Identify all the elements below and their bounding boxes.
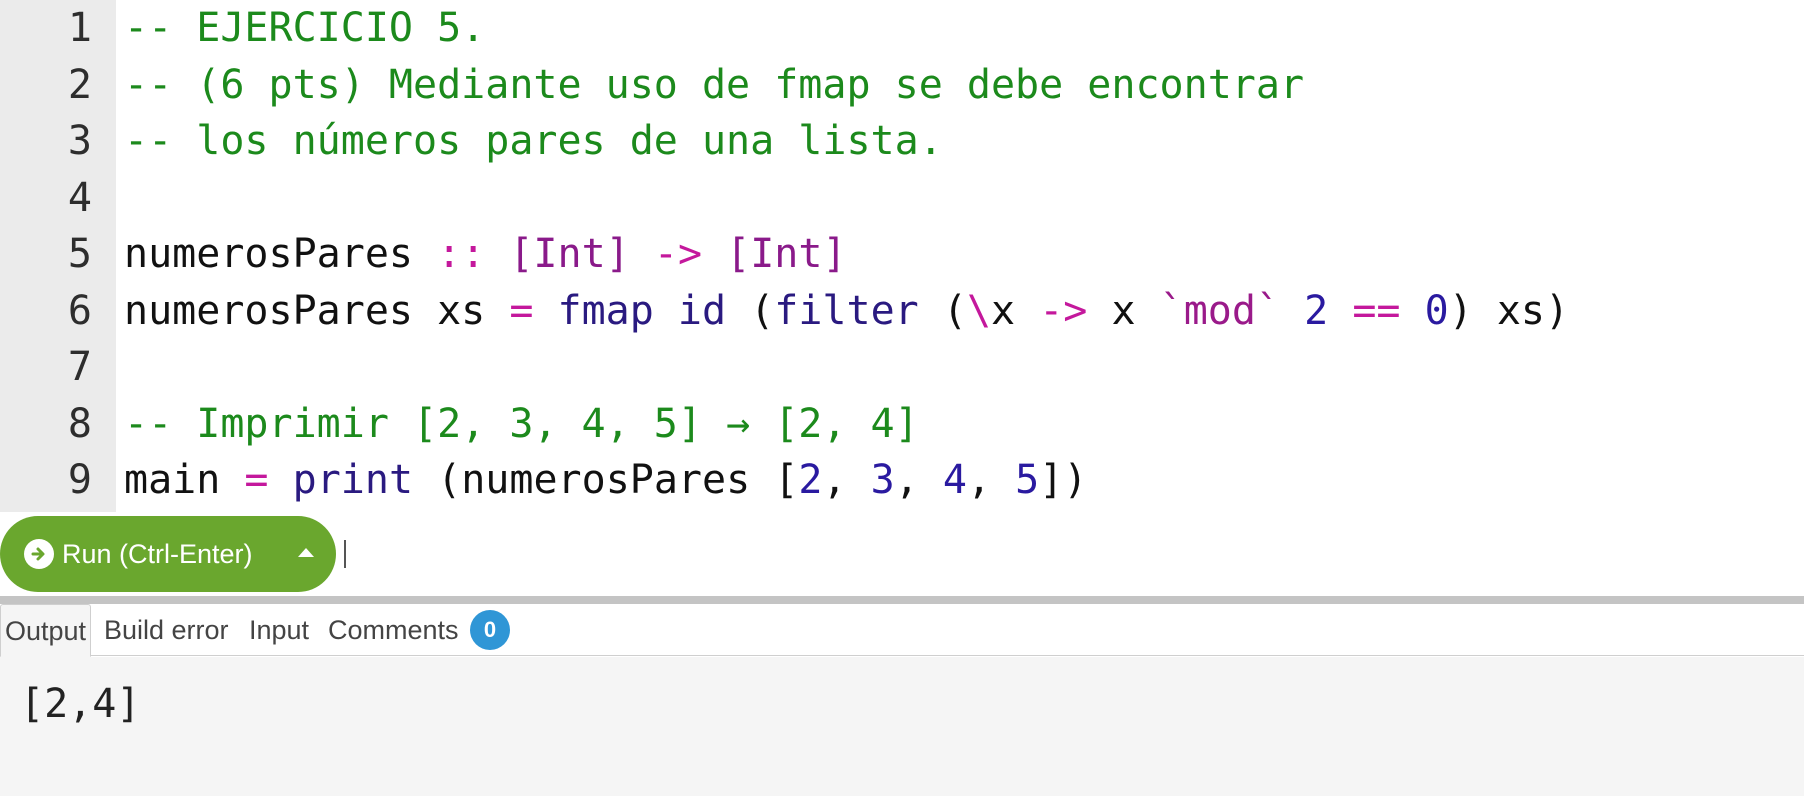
code-token-plain: x xyxy=(991,287,1040,334)
code-token-type: [Int] xyxy=(726,231,847,277)
code-token-comment: -- los números pares de una lista. xyxy=(124,118,943,164)
run-button-label: Run (Ctrl-Enter) xyxy=(62,538,253,569)
code-token-plain: ]) xyxy=(1039,457,1088,503)
tab-input[interactable]: Input xyxy=(245,604,313,657)
code-line: 8 -- Imprimir [2, 3, 4, 5] → [2, 4] xyxy=(0,396,1804,453)
code-token-plain: main xyxy=(124,457,245,503)
line-code: numerosPares :: [Int] -> [Int] xyxy=(124,226,847,283)
code-line: 1 -- EJERCICIO 5. xyxy=(0,0,1804,57)
code-token-punct: = xyxy=(509,287,534,334)
tab-output-label: Output xyxy=(5,616,87,646)
line-number: 3 xyxy=(67,118,92,164)
tab-build-error[interactable]: Build error xyxy=(100,604,233,657)
line-number: 4 xyxy=(67,174,92,221)
code-token-plain: x xyxy=(1087,287,1160,334)
tab-comments[interactable]: Comments 0 xyxy=(324,604,514,657)
code-token-comment: -- Imprimir [2, 3, 4, 5] → [2, 4] xyxy=(124,400,919,447)
code-token-plain: (numerosPares [ xyxy=(413,457,799,503)
line-code: -- EJERCICIO 5. xyxy=(124,0,485,57)
tab-build-error-label: Build error xyxy=(104,615,229,645)
line-number: 2 xyxy=(67,61,92,108)
code-token-punct: -> xyxy=(653,231,703,277)
panel-resize-handle[interactable] xyxy=(0,596,1804,604)
code-token-kw: print xyxy=(292,457,414,503)
line-code: -- (6 pts) Mediante uso de fmap se debe … xyxy=(124,57,1304,114)
line-number: 8 xyxy=(67,400,92,447)
code-token-punct: == xyxy=(1352,287,1401,334)
code-token-plain: numerosPares xyxy=(124,231,438,277)
line-number: 5 xyxy=(67,231,92,277)
code-token-punct: \ xyxy=(966,287,992,334)
output-area: [2,4] xyxy=(0,657,1804,796)
text-cursor xyxy=(344,540,346,568)
code-token-punct: :: xyxy=(437,231,486,277)
code-token-plain: numerosPares xs xyxy=(124,287,510,334)
code-token-punct: -> xyxy=(1039,287,1088,334)
caret-up-icon[interactable] xyxy=(298,548,314,557)
code-token-num: 0 xyxy=(1424,287,1449,334)
output-panel: Output Build error Input Comments 0 [2,4… xyxy=(0,604,1804,796)
line-number: 6 xyxy=(67,287,92,334)
code-token-punct: = xyxy=(244,457,269,503)
line-code: main = print (numerosPares [2, 3, 4, 5]) xyxy=(124,452,1087,509)
line-code: numerosPares xs = fmap id (filter (\x ->… xyxy=(124,283,1569,340)
comments-count-badge: 0 xyxy=(470,609,511,650)
code-line: 6 numerosPares xs = fmap id (filter (\x -… xyxy=(0,283,1804,340)
code-token-str: `mod` xyxy=(1159,287,1281,334)
output-tabs: Output Build error Input Comments 0 xyxy=(0,604,1804,657)
line-number: 1 xyxy=(67,5,92,51)
tab-comments-label: Comments xyxy=(328,615,459,645)
tab-output[interactable]: Output xyxy=(0,604,92,657)
code-token-num: 5 xyxy=(1015,457,1040,503)
line-number: 9 xyxy=(67,457,92,503)
line-code: -- Imprimir [2, 3, 4, 5] → [2, 4] xyxy=(124,396,919,453)
run-button[interactable]: Run (Ctrl-Enter) xyxy=(0,516,336,592)
code-token-plain: ) xs) xyxy=(1448,287,1570,334)
code-token-plain: , xyxy=(894,457,943,503)
code-line: 5 numerosPares :: [Int] -> [Int] xyxy=(0,226,1804,283)
code-token-plain: , xyxy=(966,457,1016,503)
code-editor[interactable]: 1 -- EJERCICIO 5. 2 -- (6 pts) Mediante uso… xyxy=(0,0,1804,512)
code-token-num: 3 xyxy=(870,457,895,503)
code-token-num: 4 xyxy=(942,457,967,503)
code-line: 7 xyxy=(0,339,1804,396)
code-token-type: [Int] xyxy=(509,231,630,277)
code-token-plain: , xyxy=(822,457,871,503)
code-token-kw: filter xyxy=(774,287,919,334)
line-code: -- los números pares de una lista. xyxy=(124,113,943,170)
code-line: 9 main = print (numerosPares [2, 3, 4, 5]… xyxy=(0,452,1804,509)
code-line: 3 -- los números pares de una lista. xyxy=(0,113,1804,170)
run-toolbar: Run (Ctrl-Enter) xyxy=(0,512,1804,596)
code-line: 2 -- (6 pts) Mediante uso de fmap se debe… xyxy=(0,57,1804,114)
code-token-comment: -- (6 pts) Mediante uso de fmap se debe … xyxy=(124,61,1305,108)
code-token-plain: ( xyxy=(726,287,775,334)
code-token-num: 2 xyxy=(798,457,823,503)
code-token-kw: id xyxy=(677,287,727,334)
line-number: 7 xyxy=(67,344,92,390)
code-line: 4 xyxy=(0,170,1804,227)
code-lines: 1 -- EJERCICIO 5. 2 -- (6 pts) Mediante uso… xyxy=(0,0,1804,509)
tab-input-label: Input xyxy=(249,615,310,645)
program-output: [2,4] xyxy=(20,681,141,727)
arrow-circle-right-icon xyxy=(24,539,54,569)
code-token-plain: ( xyxy=(918,287,967,334)
code-token-num: 2 xyxy=(1304,287,1329,334)
code-token-kw: fmap xyxy=(557,287,654,334)
code-token-comment: -- EJERCICIO 5. xyxy=(124,5,486,51)
